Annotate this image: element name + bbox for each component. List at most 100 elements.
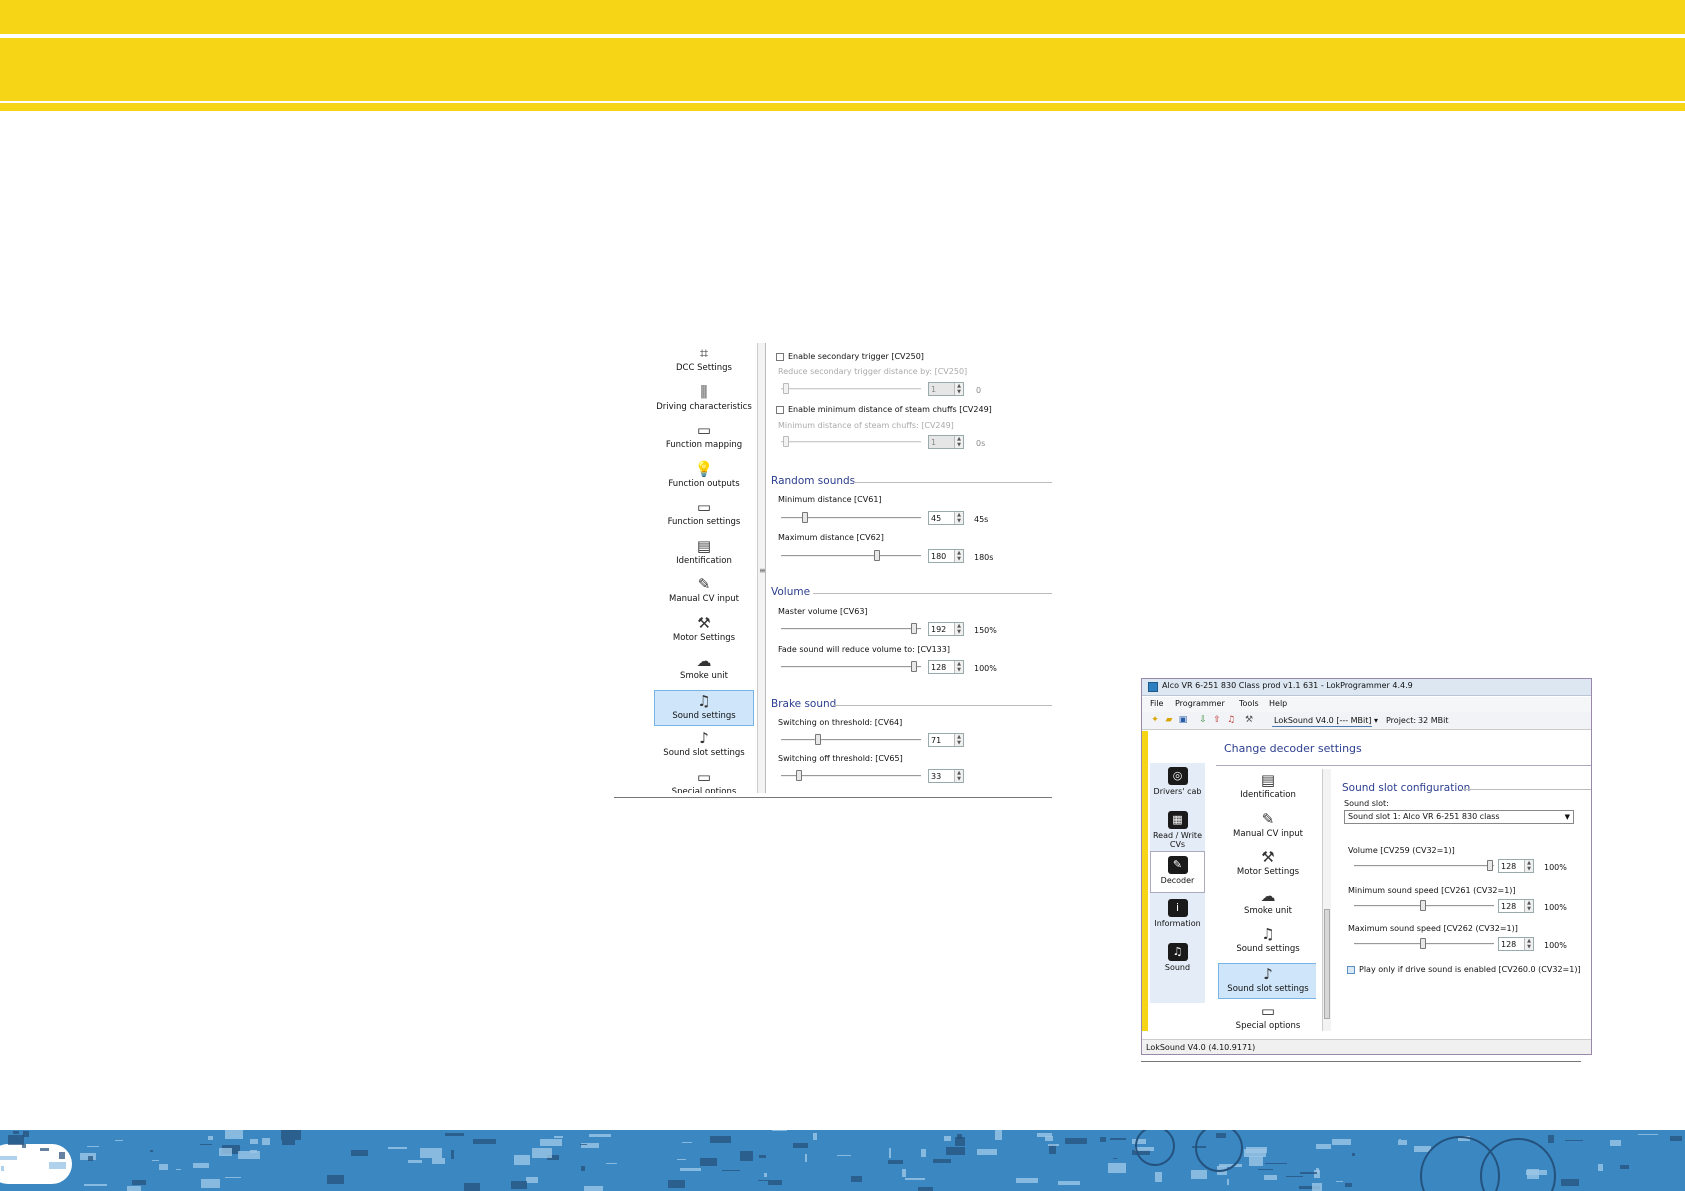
brake-off-threshold-spinbox[interactable]: 33 ▲ ▼ xyxy=(928,769,964,783)
play-only-checkbox[interactable] xyxy=(1347,966,1355,974)
footer-texture xyxy=(432,1158,445,1164)
menu-file[interactable]: File xyxy=(1150,699,1163,708)
nav-item-identification[interactable]: ▤ Identification xyxy=(1218,770,1316,806)
sound-slot-select[interactable]: Sound slot 1: Alco VR 6-251 830 class ▼ xyxy=(1344,810,1574,824)
brake-on-threshold-spinbox[interactable]: 71 ▲ ▼ xyxy=(928,733,964,747)
footer-texture xyxy=(1352,1153,1355,1156)
nav-item-sound-settings[interactable]: ♫ Sound settings xyxy=(1218,924,1316,960)
slot-volume-slider-knob[interactable] xyxy=(1487,860,1493,871)
menu-programmer[interactable]: Programmer xyxy=(1175,699,1225,708)
secondary-trigger-spinbox[interactable]: 1 ▲ ▼ xyxy=(928,382,964,396)
sidebar-item-decoder[interactable]: ✎ Decoder xyxy=(1150,851,1205,893)
dropdown-arrow-icon[interactable]: ▾ xyxy=(1374,716,1378,725)
new-file-icon[interactable]: ✦ xyxy=(1150,715,1160,726)
sidebar-item-sound[interactable]: ♫ Sound xyxy=(1150,939,1205,981)
tools-icon[interactable]: ⚒ xyxy=(1244,715,1254,726)
spin-arrows-icon[interactable]: ▲ ▼ xyxy=(954,383,963,395)
slot-volume-slider[interactable] xyxy=(1354,865,1494,867)
nav-scrollbar[interactable]: ≡ xyxy=(757,343,766,793)
max-sound-speed-spinbox[interactable]: 128 ▲ ▼ xyxy=(1498,937,1534,951)
sidebar-item-drivers-cab[interactable]: ◎ Drivers' cab xyxy=(1150,763,1205,805)
secondary-trigger-slider-knob[interactable] xyxy=(783,383,789,394)
slot-volume-spinbox[interactable]: 128 ▲ ▼ xyxy=(1498,859,1534,873)
save-icon[interactable]: ▣ xyxy=(1178,715,1188,726)
secondary-trigger-checkbox[interactable] xyxy=(776,353,784,361)
nav-item-function-outputs[interactable]: 💡 Function outputs xyxy=(654,459,754,495)
sound-notes-icon: ♫ xyxy=(1261,925,1275,943)
decoder-icon: ✎ xyxy=(1167,856,1188,874)
scroll-grip-icon[interactable]: ≡ xyxy=(759,567,766,575)
master-volume-slider-knob[interactable] xyxy=(911,623,917,634)
footer-texture xyxy=(1548,1135,1554,1143)
sidebar-item-read-write-cvs[interactable]: ▦ Read / Write CVs xyxy=(1150,807,1205,849)
nav-item-driving-characteristics[interactable]: ⫼ Driving characteristics xyxy=(654,382,754,418)
spin-arrows-icon[interactable]: ▲ ▼ xyxy=(1524,938,1533,950)
fade-volume-slider[interactable] xyxy=(781,666,921,668)
project-size: 32 MBit xyxy=(1418,716,1449,725)
window-titlebar[interactable]: Alco VR 6-251 830 Class prod v1.1 631 - … xyxy=(1142,679,1591,696)
nav-item-sound-settings[interactable]: ♫ Sound settings xyxy=(654,689,754,726)
nav-item-motor-settings[interactable]: ⚒ Motor Settings xyxy=(1218,847,1316,883)
nav-item-manual-cv-input[interactable]: ✎ Manual CV input xyxy=(1218,809,1316,845)
brake-on-threshold-slider[interactable] xyxy=(781,739,921,741)
nav-item-special-options[interactable]: ▭ Special options xyxy=(1218,1001,1316,1031)
nav-item-smoke-unit[interactable]: ☁ Smoke unit xyxy=(1218,886,1316,922)
write-sound-icon[interactable]: ♫ xyxy=(1226,715,1236,726)
nav-item-function-mapping[interactable]: ▭ Function mapping xyxy=(654,420,754,456)
min-distance-spinbox[interactable]: 45 ▲ ▼ xyxy=(928,511,964,525)
spin-arrows-icon[interactable]: ▲ ▼ xyxy=(1524,900,1533,912)
nav-item-sound-slot-settings[interactable]: ♪ Sound slot settings xyxy=(1218,962,1316,999)
menu-help[interactable]: Help xyxy=(1269,699,1287,708)
nav-item-manual-cv-input[interactable]: ✎ Manual CV input xyxy=(654,574,754,610)
write-decoder-icon[interactable]: ⇧ xyxy=(1212,715,1222,726)
secondary-trigger-slider[interactable] xyxy=(781,388,921,390)
footer-texture xyxy=(680,1168,701,1171)
read-decoder-icon[interactable]: ⇩ xyxy=(1198,715,1208,726)
steam-chuffs-checkbox[interactable] xyxy=(776,406,784,414)
footer-texture xyxy=(84,1184,107,1186)
spin-arrows-icon[interactable]: ▲ ▼ xyxy=(954,770,963,782)
brake-off-threshold-slider[interactable] xyxy=(781,775,921,777)
master-volume-spinbox[interactable]: 192 ▲ ▼ xyxy=(928,622,964,636)
nav-item-motor-settings[interactable]: ⚒ Motor Settings xyxy=(654,613,754,649)
spin-arrows-icon[interactable]: ▲ ▼ xyxy=(1524,860,1533,872)
master-volume-slider[interactable] xyxy=(781,628,921,630)
status-bar: LokSound V4.0 (4.10.9171) xyxy=(1142,1039,1591,1054)
min-sound-speed-slider-knob[interactable] xyxy=(1420,900,1426,911)
spin-arrows-icon[interactable]: ▲ ▼ xyxy=(954,734,963,746)
spin-arrows-icon[interactable]: ▲ ▼ xyxy=(954,550,963,562)
spin-arrows-icon[interactable]: ▲ ▼ xyxy=(954,623,963,635)
min-distance-slider-knob[interactable] xyxy=(802,512,808,523)
nav-item-special-options[interactable]: ▭ Special options xyxy=(654,767,754,794)
window-title: Alco VR 6-251 830 Class prod v1.1 631 - … xyxy=(1162,681,1413,690)
min-sound-speed-value: 128 xyxy=(1501,902,1517,911)
spin-arrows-icon[interactable]: ▲ ▼ xyxy=(954,661,963,673)
scroll-thumb[interactable] xyxy=(1324,909,1330,1019)
min-sound-speed-spinbox[interactable]: 128 ▲ ▼ xyxy=(1498,899,1534,913)
nav-item-sound-slot-settings[interactable]: ♪ Sound slot settings xyxy=(654,728,754,764)
nav-item-dcc-settings[interactable]: ⌗ DCC Settings xyxy=(654,343,754,379)
fade-volume-slider-knob[interactable] xyxy=(911,661,917,672)
sidebar-item-information[interactable]: i Information xyxy=(1150,895,1205,937)
steam-chuffs-slider[interactable] xyxy=(781,441,921,443)
fade-volume-spinbox[interactable]: 128 ▲ ▼ xyxy=(928,660,964,674)
max-distance-slider[interactable] xyxy=(781,555,921,557)
nav-item-smoke-unit[interactable]: ☁ Smoke unit xyxy=(654,651,754,687)
brake-on-threshold-slider-knob[interactable] xyxy=(815,734,821,745)
spin-arrows-icon[interactable]: ▲ ▼ xyxy=(954,436,963,448)
max-distance-slider-knob[interactable] xyxy=(874,550,880,561)
open-folder-icon[interactable]: ▰ xyxy=(1164,715,1174,726)
spin-arrows-icon[interactable]: ▲ ▼ xyxy=(954,512,963,524)
max-sound-speed-slider-knob[interactable] xyxy=(1420,938,1426,949)
nav-scrollbar[interactable] xyxy=(1322,769,1331,1031)
decoder-type-dropdown[interactable]: LokSound V4.0 [--- MBit] xyxy=(1272,715,1372,727)
max-distance-spinbox[interactable]: 180 ▲ ▼ xyxy=(928,549,964,563)
steam-chuffs-spinbox[interactable]: 1 ▲ ▼ xyxy=(928,435,964,449)
menu-tools[interactable]: Tools xyxy=(1239,699,1259,708)
slider-ticks xyxy=(1354,953,1494,955)
brake-off-threshold-slider-knob[interactable] xyxy=(796,770,802,781)
lightbulb-icon: 💡 xyxy=(694,459,714,478)
steam-chuffs-slider-knob[interactable] xyxy=(783,436,789,447)
nav-item-identification[interactable]: ▤ Identification xyxy=(654,536,754,572)
nav-item-function-settings[interactable]: ▭ Function settings xyxy=(654,497,754,533)
